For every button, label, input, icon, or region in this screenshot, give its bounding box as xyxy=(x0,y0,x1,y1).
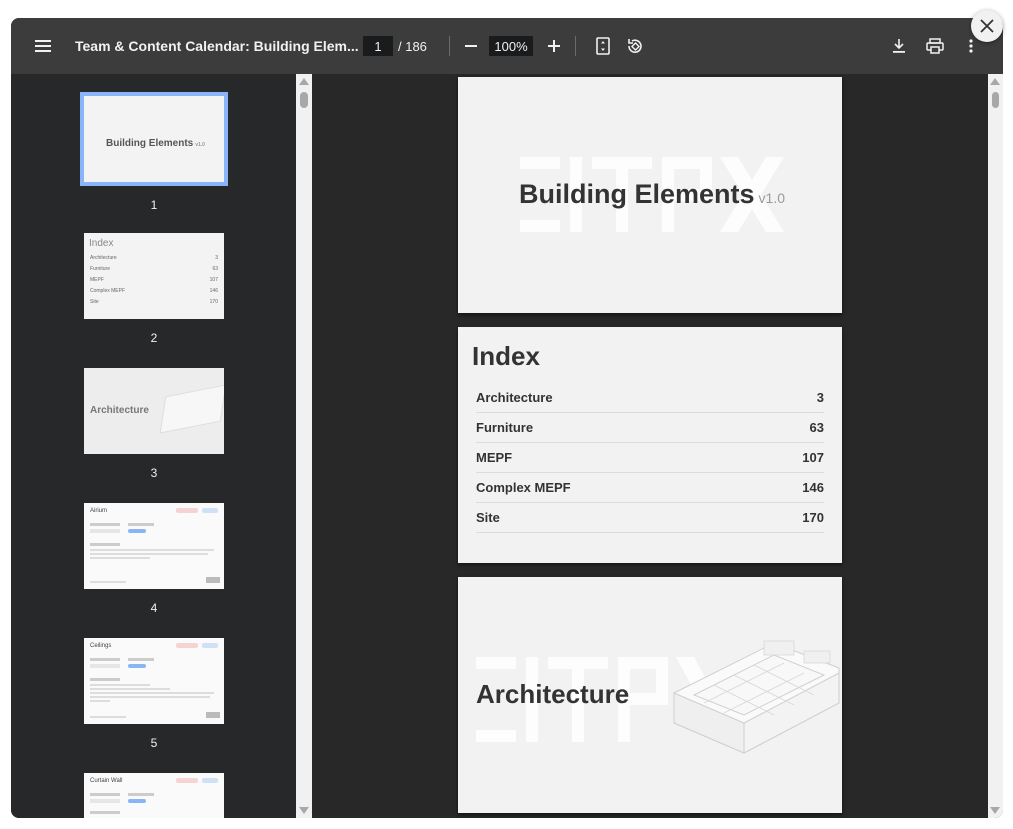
zoom-out-button[interactable] xyxy=(459,34,483,58)
print-icon xyxy=(926,38,944,54)
thumbnail-image: Curtain Wall xyxy=(84,773,224,818)
thumbnail-page-5[interactable]: Ceilings 5 xyxy=(84,638,224,750)
index-row[interactable]: Complex MEPF 146 xyxy=(476,473,824,503)
building-model-image xyxy=(673,640,840,754)
thumbnail-image: Index Architecture 3 Furniture 63 MEPF 1… xyxy=(84,233,224,319)
scrollbar-thumb[interactable] xyxy=(300,92,308,108)
thumbnail-number: 4 xyxy=(150,601,158,615)
tag-badge xyxy=(176,643,198,648)
cover-version: v1.0 xyxy=(758,190,785,206)
thumbnail-title: Index xyxy=(89,238,114,249)
thumbnail-title: Building Elements xyxy=(106,138,194,149)
building-model-image xyxy=(159,384,224,434)
document-title: Team & Content Calendar: Building Elem..… xyxy=(75,38,359,54)
pdf-viewer: Team & Content Calendar: Building Elem..… xyxy=(11,18,1003,818)
toolbar-divider xyxy=(449,36,450,56)
page-section-architecture: Architecture xyxy=(458,577,842,813)
page-index: Index Architecture 3 Furniture 63 MEPF 107 … xyxy=(458,327,842,563)
download-icon xyxy=(893,39,905,53)
hamburger-menu-icon xyxy=(35,40,51,52)
index-row[interactable]: Site 170 xyxy=(476,503,824,533)
fit-to-page-icon xyxy=(596,37,610,55)
page-cover: Building Elements v1.0 xyxy=(458,77,842,313)
scroll-down-arrow-icon[interactable] xyxy=(990,807,1000,814)
index-row[interactable]: Architecture 3 xyxy=(476,383,824,413)
cover-title-text: Building Elements xyxy=(519,179,755,209)
page-total: / 186 xyxy=(398,39,427,54)
page-number-input[interactable] xyxy=(363,36,393,56)
thumbnail-image: Ceilings xyxy=(84,638,224,724)
thumbnail-page-3[interactable]: Architecture 3 xyxy=(84,368,224,480)
section-title: Architecture xyxy=(476,679,630,709)
scroll-up-arrow-icon[interactable] xyxy=(299,78,309,85)
thumbnail-page-4[interactable]: Airium 4 xyxy=(84,503,224,615)
thumbnail-image: Architecture xyxy=(84,368,224,454)
thumbnail-page-1[interactable]: Building Elements v1.0 1 xyxy=(80,92,228,212)
thumbnail-page-6[interactable]: Curtain Wall xyxy=(84,773,224,818)
document-view: Building Elements v1.0 Index Architecture… xyxy=(312,74,988,818)
close-icon xyxy=(980,19,994,33)
thumbnail-title: Curtain Wall xyxy=(90,778,123,784)
download-button[interactable] xyxy=(887,34,911,58)
close-button[interactable] xyxy=(971,10,1003,42)
thumbnail-number: 3 xyxy=(150,466,158,480)
fit-to-page-button[interactable] xyxy=(591,34,615,58)
rotate-button[interactable] xyxy=(623,34,647,58)
plus-icon xyxy=(548,40,560,52)
thumbnail-version: v1.0 xyxy=(195,142,205,148)
thumbnail-sidebar: Building Elements v1.0 1 Index Architectu… xyxy=(11,74,296,818)
tag-badge xyxy=(176,778,198,783)
print-button[interactable] xyxy=(923,34,947,58)
thumbnail-title: Ceilings xyxy=(90,643,112,649)
scrollbar-thumb[interactable] xyxy=(992,92,999,108)
index-row[interactable]: MEPF 107 xyxy=(476,443,824,473)
thumbnail-number: 5 xyxy=(150,736,158,750)
thumbnail-image: Airium xyxy=(84,503,224,589)
menu-button[interactable] xyxy=(31,34,55,58)
zoom-input[interactable] xyxy=(489,36,533,56)
toolbar: Team & Content Calendar: Building Elem..… xyxy=(11,18,1003,74)
tag-badge xyxy=(202,778,218,783)
minus-icon xyxy=(465,45,477,47)
scroll-down-arrow-icon[interactable] xyxy=(299,807,309,814)
more-vert-icon xyxy=(969,39,973,53)
thumbnail-number: 2 xyxy=(150,331,158,345)
tag-badge xyxy=(202,508,218,513)
index-row[interactable]: Furniture 63 xyxy=(476,413,824,443)
thumbnail-image: Building Elements v1.0 xyxy=(80,92,228,186)
index-list: Architecture 3 Furniture 63 MEPF 107 Comple… xyxy=(476,383,824,533)
zoom-in-button[interactable] xyxy=(542,34,566,58)
sidebar-scrollbar[interactable] xyxy=(296,74,312,818)
thumbnail-title: Architecture xyxy=(90,405,149,416)
tag-badge xyxy=(202,643,218,648)
document-scrollbar[interactable] xyxy=(988,74,1003,818)
toolbar-divider xyxy=(575,36,576,56)
index-title: Index xyxy=(472,341,540,371)
thumbnail-title: Airium xyxy=(90,508,108,514)
scroll-up-arrow-icon[interactable] xyxy=(990,78,1000,85)
cover-title: Building Elements v1.0 xyxy=(519,179,785,210)
rotate-icon xyxy=(628,39,642,53)
thumbnail-number: 1 xyxy=(150,198,158,212)
thumbnail-page-2[interactable]: Index Architecture 3 Furniture 63 MEPF 1… xyxy=(84,233,224,345)
tag-badge xyxy=(176,508,198,513)
